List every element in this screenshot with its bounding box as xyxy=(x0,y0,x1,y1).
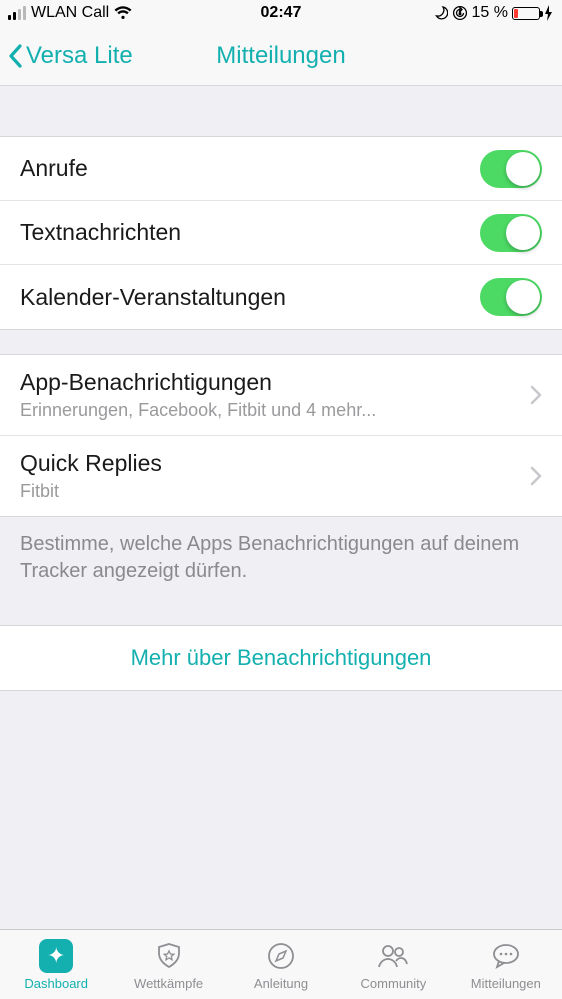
disclosure-group: App-Benachrichtigungen Erinnerungen, Fac… xyxy=(0,354,562,517)
toggle-calendar[interactable] xyxy=(480,278,542,316)
row-label: Kalender-Veranstaltungen xyxy=(20,284,286,311)
dashboard-icon xyxy=(39,939,73,973)
nav-header: Versa Lite Mitteilungen xyxy=(0,26,562,86)
shield-star-icon xyxy=(152,939,186,973)
section-spacer xyxy=(0,86,562,136)
row-app-notifications[interactable]: App-Benachrichtigungen Erinnerungen, Fac… xyxy=(0,355,562,436)
row-calendar: Kalender-Veranstaltungen xyxy=(0,265,562,329)
battery-icon xyxy=(512,7,540,20)
tab-community[interactable]: Community xyxy=(337,930,449,999)
row-text: Quick Replies Fitbit xyxy=(20,436,162,516)
more-about-notifications-link[interactable]: Mehr über Benachrichtigungen xyxy=(0,625,562,691)
section-spacer xyxy=(0,609,562,625)
row-title: Quick Replies xyxy=(20,450,162,477)
link-label: Mehr über Benachrichtigungen xyxy=(131,645,432,671)
tab-guidance[interactable]: Anleitung xyxy=(225,930,337,999)
people-icon xyxy=(376,939,410,973)
status-bar: WLAN Call 02:47 15 % xyxy=(0,0,562,26)
toggle-group: Anrufe Textnachrichten Kalender-Veransta… xyxy=(0,136,562,330)
toggle-texts[interactable] xyxy=(480,214,542,252)
chevron-right-icon xyxy=(530,385,542,405)
tab-label: Mitteilungen xyxy=(471,976,541,991)
row-label: Textnachrichten xyxy=(20,219,181,246)
compass-icon xyxy=(264,939,298,973)
row-subtitle: Fitbit xyxy=(20,481,162,502)
section-spacer xyxy=(0,330,562,354)
chevron-right-icon xyxy=(530,466,542,486)
tab-dashboard[interactable]: Dashboard xyxy=(0,930,112,999)
toggle-calls[interactable] xyxy=(480,150,542,188)
row-text: App-Benachrichtigungen Erinnerungen, Fac… xyxy=(20,355,376,435)
chat-icon xyxy=(489,939,523,973)
tab-label: Community xyxy=(361,976,427,991)
row-quick-replies[interactable]: Quick Replies Fitbit xyxy=(0,436,562,516)
tab-bar: Dashboard Wettkämpfe Anleitung Community… xyxy=(0,929,562,999)
row-subtitle: Erinnerungen, Facebook, Fitbit und 4 meh… xyxy=(20,400,376,421)
tab-label: Wettkämpfe xyxy=(134,976,203,991)
row-label: Anrufe xyxy=(20,155,88,182)
row-title: App-Benachrichtigungen xyxy=(20,369,376,396)
row-texts: Textnachrichten xyxy=(0,201,562,265)
clock: 02:47 xyxy=(0,4,562,22)
chevron-left-icon xyxy=(8,44,22,68)
back-label: Versa Lite xyxy=(26,42,133,70)
tab-label: Dashboard xyxy=(24,976,88,991)
back-button[interactable]: Versa Lite xyxy=(8,42,133,70)
tab-notifications[interactable]: Mitteilungen xyxy=(450,930,562,999)
row-calls: Anrufe xyxy=(0,137,562,201)
tab-label: Anleitung xyxy=(254,976,308,991)
tab-challenges[interactable]: Wettkämpfe xyxy=(112,930,224,999)
section-footer-note: Bestimme, welche Apps Benachrichtigungen… xyxy=(0,517,562,609)
